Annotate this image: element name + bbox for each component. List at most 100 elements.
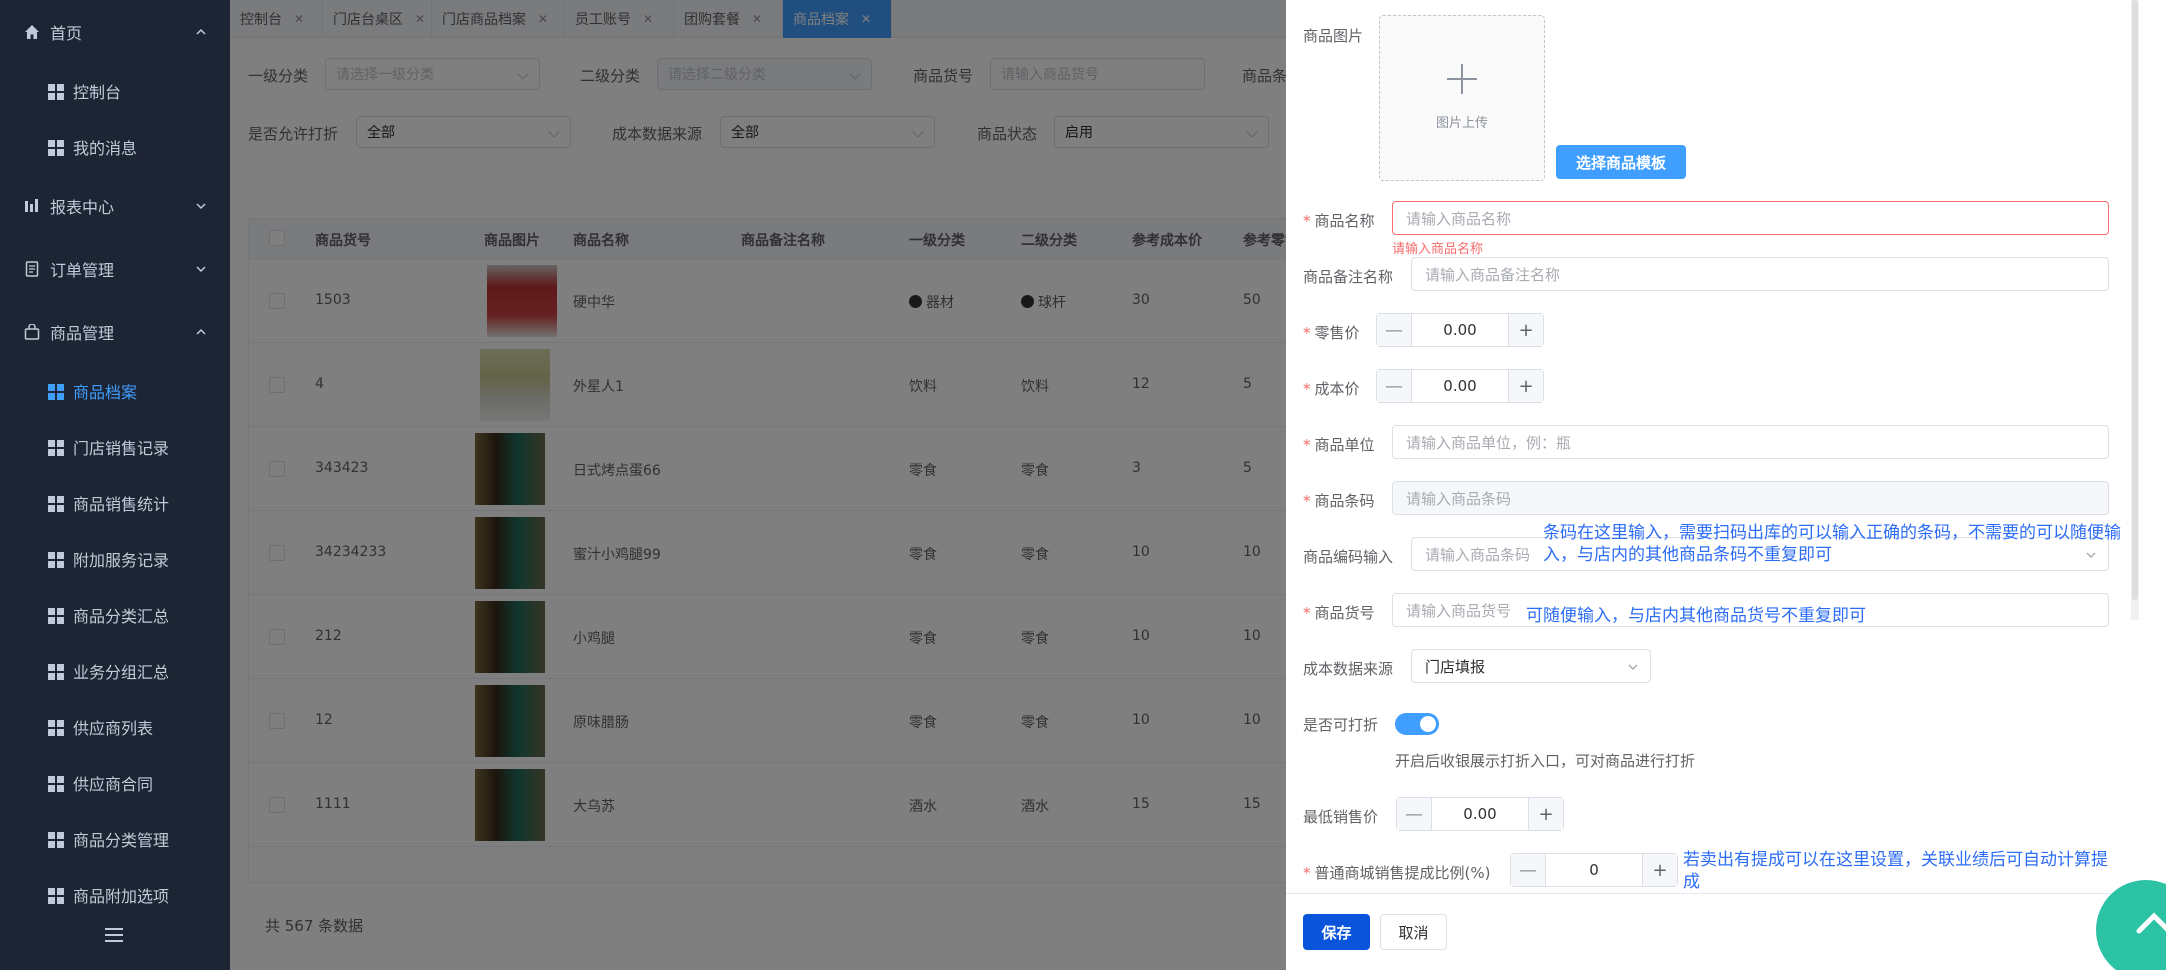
sidebar-item-label: 附加服务记录	[73, 551, 170, 570]
stepper-value[interactable]: 0.00	[1412, 370, 1508, 402]
sidebar-item-label: 商品附加选项	[73, 887, 170, 906]
grid-icon	[48, 140, 64, 156]
unit-input[interactable]: 请输入商品单位，例：瓶	[1392, 425, 2109, 459]
plus-icon[interactable]: +	[1528, 798, 1563, 830]
plus-icon[interactable]: +	[1642, 854, 1677, 886]
minus-icon[interactable]: —	[1397, 798, 1432, 830]
upload-text: 图片上传	[1435, 116, 1488, 131]
grid-icon	[48, 832, 64, 848]
discount-hint: 开启后收银展示打折入口，可对商品进行打折	[1395, 752, 1696, 770]
drawer-footer: 保存 取消	[1286, 893, 2166, 970]
cost-source-label: 成本数据来源	[1303, 660, 1394, 678]
sidebar-item-label: 供应商列表	[73, 719, 154, 738]
sidebar-item-category-summary[interactable]: 商品分类汇总	[0, 595, 230, 635]
sidebar-item-suppliers[interactable]: 供应商列表	[0, 707, 230, 747]
sidebar-item-products[interactable]: 商品管理	[0, 312, 230, 352]
chevron-down-icon	[196, 266, 206, 273]
grid-icon	[48, 440, 64, 456]
grid-icon	[48, 84, 64, 100]
chart-bar-icon	[25, 199, 38, 212]
chevron-up-icon	[196, 28, 206, 35]
save-button[interactable]: 保存	[1303, 914, 1370, 950]
input-placeholder: 请输入商品单位，例：瓶	[1406, 433, 1572, 452]
select-template-button[interactable]: 选择商品模板	[1556, 145, 1686, 179]
minus-icon[interactable]: —	[1511, 854, 1546, 886]
chevron-down-icon	[196, 203, 206, 210]
sidebar-item-supplier-contracts[interactable]: 供应商合同	[0, 763, 230, 803]
chevron-down-icon	[1628, 664, 1638, 671]
cost-price-stepper[interactable]: — 0.00 +	[1376, 369, 1544, 403]
sidebar-item-product-sales-stats[interactable]: 商品销售统计	[0, 483, 230, 523]
label-text: 商品名称	[1314, 212, 1375, 230]
min-price-stepper[interactable]: — 0.00 +	[1396, 797, 1564, 831]
grid-icon	[48, 608, 64, 624]
code-note: 条码在这里输入，需要扫码出库的可以输入正确的条码，不需要的可以随便输入，与店内的…	[1543, 523, 2121, 565]
scrollbar-thumb[interactable]	[2132, 0, 2138, 600]
sidebar-item-store-sales[interactable]: 门店销售记录	[0, 427, 230, 467]
remark-label: 商品备注名称	[1303, 268, 1394, 286]
sidebar-item-label: 商品管理	[50, 324, 115, 343]
grid-icon	[48, 664, 64, 680]
sku-note: 可随便输入，与店内其他商品货号不重复即可	[1526, 606, 1866, 626]
plus-icon[interactable]: +	[1508, 314, 1543, 346]
sidebar-item-orders[interactable]: 订单管理	[0, 249, 230, 289]
sidebar-item-product-options[interactable]: 商品附加选项	[0, 875, 230, 915]
image-label: 商品图片	[1303, 27, 1364, 45]
cancel-button[interactable]: 取消	[1380, 914, 1447, 950]
grid-icon	[48, 384, 64, 400]
chevron-up-icon	[2136, 912, 2166, 934]
grid-icon	[48, 552, 64, 568]
plus-icon[interactable]: +	[1508, 370, 1543, 402]
input-placeholder: 请输入商品名称	[1406, 209, 1512, 228]
name-input[interactable]: 请输入商品名称	[1392, 201, 2109, 235]
sidebar-item-label: 商品分类汇总	[73, 607, 170, 626]
sidebar-item-label: 报表中心	[50, 198, 115, 217]
sidebar-item-addon-service[interactable]: 附加服务记录	[0, 539, 230, 579]
sidebar: 首页 控制台 我的消息 报表中心 订单管理 商品管理 商品档案 门店销售记录 商…	[0, 0, 230, 970]
input-placeholder: 请输入商品条码	[1406, 489, 1512, 508]
barcode-input[interactable]: 请输入商品条码	[1392, 481, 2109, 515]
stepper-value[interactable]: 0	[1546, 854, 1642, 886]
input-placeholder: 请输入商品备注名称	[1425, 265, 1561, 284]
cost-source-select[interactable]: 门店填报	[1411, 649, 1651, 683]
discount-toggle[interactable]	[1395, 713, 1439, 735]
commission-label: * 普通商城销售提成比例(%)	[1303, 864, 1491, 882]
sidebar-item-label: 商品销售统计	[73, 495, 170, 514]
bag-icon	[24, 324, 40, 340]
name-label: * 商品名称	[1303, 212, 1375, 230]
sidebar-item-label: 控制台	[73, 83, 122, 102]
document-icon	[25, 261, 39, 277]
discount-label: 是否可打折	[1303, 716, 1379, 734]
sidebar-item-reports[interactable]: 报表中心	[0, 186, 230, 226]
minus-icon[interactable]: —	[1377, 370, 1412, 402]
label-text: 零售价	[1314, 324, 1360, 342]
plus-icon	[1447, 64, 1477, 94]
stepper-value[interactable]: 0.00	[1412, 314, 1508, 346]
sidebar-item-product-archive[interactable]: 商品档案	[0, 371, 230, 411]
commission-note: 若卖出有提成可以在这里设置，关联业绩后可自动计算提成	[1683, 850, 2108, 892]
sidebar-item-label: 订单管理	[50, 261, 115, 280]
hamburger-icon[interactable]	[105, 928, 123, 942]
barcode-label: * 商品条码	[1303, 492, 1375, 510]
name-error: 请输入商品名称	[1392, 242, 1484, 257]
sidebar-item-dashboard[interactable]: 控制台	[0, 71, 230, 111]
grid-icon	[48, 496, 64, 512]
grid-icon	[48, 776, 64, 792]
sidebar-item-label: 业务分组汇总	[73, 663, 170, 682]
image-upload[interactable]: 图片上传	[1379, 15, 1545, 181]
minus-icon[interactable]: —	[1377, 314, 1412, 346]
sidebar-item-label: 门店销售记录	[73, 439, 170, 458]
toggle-knob	[1420, 716, 1436, 732]
grid-icon	[48, 720, 64, 736]
retail-price-stepper[interactable]: — 0.00 +	[1376, 313, 1544, 347]
label-text: 商品单位	[1314, 436, 1375, 454]
sidebar-item-home[interactable]: 首页	[0, 12, 230, 52]
remark-input[interactable]: 请输入商品备注名称	[1411, 257, 2109, 291]
commission-stepper[interactable]: — 0 +	[1510, 853, 1678, 887]
sidebar-item-category-manage[interactable]: 商品分类管理	[0, 819, 230, 859]
sidebar-item-label: 我的消息	[73, 139, 138, 158]
stepper-value[interactable]: 0.00	[1432, 798, 1528, 830]
sidebar-item-messages[interactable]: 我的消息	[0, 127, 230, 167]
scrollbar[interactable]	[2131, 0, 2139, 620]
sidebar-item-business-group[interactable]: 业务分组汇总	[0, 651, 230, 691]
